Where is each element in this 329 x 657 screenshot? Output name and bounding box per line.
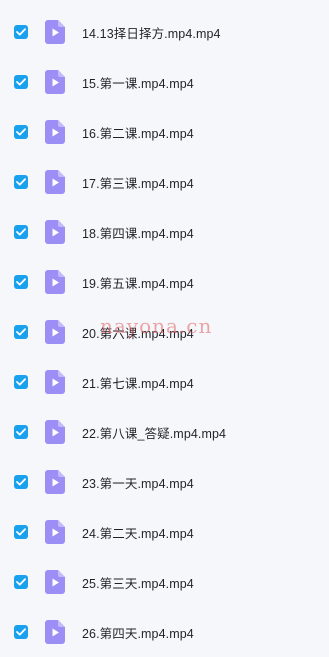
file-name[interactable]: 17.第三课.mp4.mp4 xyxy=(82,173,194,192)
video-file-icon xyxy=(45,520,65,544)
checkbox[interactable] xyxy=(14,525,28,539)
file-row[interactable]: 18.第四课.mp4.mp4 xyxy=(0,207,329,257)
video-file-icon xyxy=(45,570,65,594)
file-name[interactable]: 23.第一天.mp4.mp4 xyxy=(82,473,194,492)
checkbox[interactable] xyxy=(14,375,28,389)
file-name[interactable]: 14.13择日择方.mp4.mp4 xyxy=(82,23,221,42)
video-file-icon xyxy=(45,70,65,94)
file-row[interactable]: 20.第六课.mp4.mp4 xyxy=(0,307,329,357)
file-row[interactable]: 22.第八课_答疑.mp4.mp4 xyxy=(0,407,329,457)
file-name[interactable]: 15.第一课.mp4.mp4 xyxy=(82,73,194,92)
file-name[interactable]: 22.第八课_答疑.mp4.mp4 xyxy=(82,423,226,442)
file-name[interactable]: 21.第七课.mp4.mp4 xyxy=(82,373,194,392)
video-file-icon xyxy=(45,370,65,394)
video-file-icon xyxy=(45,220,65,244)
video-file-icon xyxy=(45,470,65,494)
checkbox[interactable] xyxy=(14,75,28,89)
video-file-icon xyxy=(45,170,65,194)
checkbox[interactable] xyxy=(14,475,28,489)
checkbox[interactable] xyxy=(14,25,28,39)
checkmark-icon xyxy=(16,478,26,486)
file-row[interactable]: 26.第四天.mp4.mp4 xyxy=(0,607,329,657)
checkmark-icon xyxy=(16,128,26,136)
file-row[interactable]: 19.第五课.mp4.mp4 xyxy=(0,257,329,307)
checkbox[interactable] xyxy=(14,125,28,139)
video-file-icon xyxy=(45,120,65,144)
checkbox[interactable] xyxy=(14,425,28,439)
video-file-icon xyxy=(45,320,65,344)
file-name[interactable]: 24.第二天.mp4.mp4 xyxy=(82,523,194,542)
checkbox[interactable] xyxy=(14,175,28,189)
file-name[interactable]: 19.第五课.mp4.mp4 xyxy=(82,273,194,292)
video-file-icon xyxy=(45,270,65,294)
checkmark-icon xyxy=(16,578,26,586)
checkmark-icon xyxy=(16,178,26,186)
file-row[interactable]: 16.第二课.mp4.mp4 xyxy=(0,107,329,157)
checkmark-icon xyxy=(16,628,26,636)
video-file-icon xyxy=(45,20,65,44)
file-name[interactable]: 25.第三天.mp4.mp4 xyxy=(82,573,194,592)
file-name[interactable]: 18.第四课.mp4.mp4 xyxy=(82,223,194,242)
file-name[interactable]: 20.第六课.mp4.mp4 xyxy=(82,323,194,342)
file-row[interactable]: 23.第一天.mp4.mp4 xyxy=(0,457,329,507)
checkbox[interactable] xyxy=(14,625,28,639)
video-file-icon xyxy=(45,620,65,644)
checkmark-icon xyxy=(16,378,26,386)
file-row[interactable]: 25.第三天.mp4.mp4 xyxy=(0,557,329,607)
checkbox[interactable] xyxy=(14,275,28,289)
file-row[interactable]: 21.第七课.mp4.mp4 xyxy=(0,357,329,407)
file-name[interactable]: 16.第二课.mp4.mp4 xyxy=(82,123,194,142)
checkbox[interactable] xyxy=(14,325,28,339)
checkmark-icon xyxy=(16,78,26,86)
checkmark-icon xyxy=(16,278,26,286)
file-row[interactable]: 17.第三课.mp4.mp4 xyxy=(0,157,329,207)
file-name[interactable]: 26.第四天.mp4.mp4 xyxy=(82,623,194,642)
checkmark-icon xyxy=(16,328,26,336)
checkbox[interactable] xyxy=(14,225,28,239)
checkmark-icon xyxy=(16,28,26,36)
file-row[interactable]: 24.第二天.mp4.mp4 xyxy=(0,507,329,557)
checkmark-icon xyxy=(16,228,26,236)
checkmark-icon xyxy=(16,428,26,436)
checkbox[interactable] xyxy=(14,575,28,589)
video-file-icon xyxy=(45,420,65,444)
file-list: 14.13择日择方.mp4.mp4 15.第一课.mp4.mp4 16.第二课.… xyxy=(0,7,329,657)
checkmark-icon xyxy=(16,528,26,536)
file-row[interactable]: 15.第一课.mp4.mp4 xyxy=(0,57,329,107)
file-row[interactable]: 14.13择日择方.mp4.mp4 xyxy=(0,7,329,57)
